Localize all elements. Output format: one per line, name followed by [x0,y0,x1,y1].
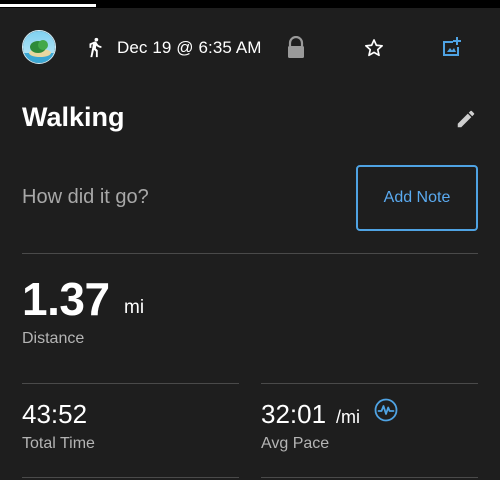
avg-pace-label: Avg Pace [261,435,330,452]
activity-date: Dec 19 @ 6:35 AM [117,38,262,57]
distance-unit: mi [124,297,145,318]
pace-graph-icon[interactable] [374,398,398,422]
avatar[interactable] [22,30,56,64]
divider [22,477,239,478]
activity-detail-screen: Dec 19 @ 6:35 AM Walking How did it go? … [0,0,500,480]
note-prompt[interactable]: How did it go? [22,186,149,209]
divider [22,253,478,254]
pencil-icon[interactable] [455,108,477,130]
star-icon[interactable] [363,37,385,59]
lock-icon[interactable] [286,36,306,60]
add-photo-icon[interactable] [440,35,464,59]
status-strip [0,0,500,8]
title-row: Walking [0,96,500,140]
avg-pace-unit: /mi [336,407,360,427]
add-note-button[interactable]: Add Note [356,165,478,231]
avatar-island-image [23,31,55,63]
walking-icon [89,37,102,58]
avg-pace-value: 32:01 [261,399,327,429]
activity-header: Dec 19 @ 6:35 AM [0,22,500,74]
divider [261,477,478,478]
tab-indicator [0,4,96,7]
distance-label: Distance [22,330,85,347]
divider [261,383,478,384]
total-time-label: Total Time [22,435,95,452]
activity-title: Walking [22,102,125,132]
total-time-value: 43:52 [22,399,88,429]
divider [22,383,239,384]
distance-value: 1.37 [22,273,110,325]
